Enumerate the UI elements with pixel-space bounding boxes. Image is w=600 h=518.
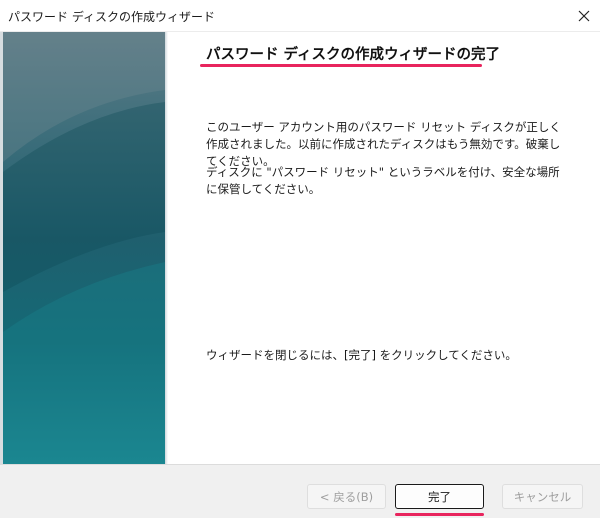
window-title: パスワード ディスクの作成ウィザード	[8, 10, 215, 24]
cancel-button[interactable]: キャンセル	[502, 484, 583, 509]
button-bar: < 戻る(B) 完了 キャンセル	[0, 464, 600, 518]
page-title: パスワード ディスクの作成ウィザードの完了	[206, 47, 501, 63]
close-icon	[578, 10, 590, 21]
finish-highlight-underline	[395, 513, 484, 516]
title-bar: パスワード ディスクの作成ウィザード	[0, 0, 600, 32]
storage-instruction: ディスクに "パスワード リセット" というラベルを付け、安全な場所に保管してく…	[206, 165, 560, 196]
finish-button[interactable]: 完了	[395, 484, 484, 509]
wizard-content: パスワード ディスクの作成ウィザードの完了 このユーザー アカウント用のパスワー…	[168, 32, 600, 464]
wizard-banner-image	[3, 32, 165, 464]
close-instruction: ウィザードを閉じるには、[完了] をクリックしてください。	[206, 348, 517, 362]
close-button[interactable]	[568, 0, 600, 31]
title-highlight-underline	[200, 64, 482, 67]
back-button[interactable]: < 戻る(B)	[307, 484, 386, 509]
success-message: このユーザー アカウント用のパスワード リセット ディスクが正しく作成されました…	[206, 120, 561, 168]
